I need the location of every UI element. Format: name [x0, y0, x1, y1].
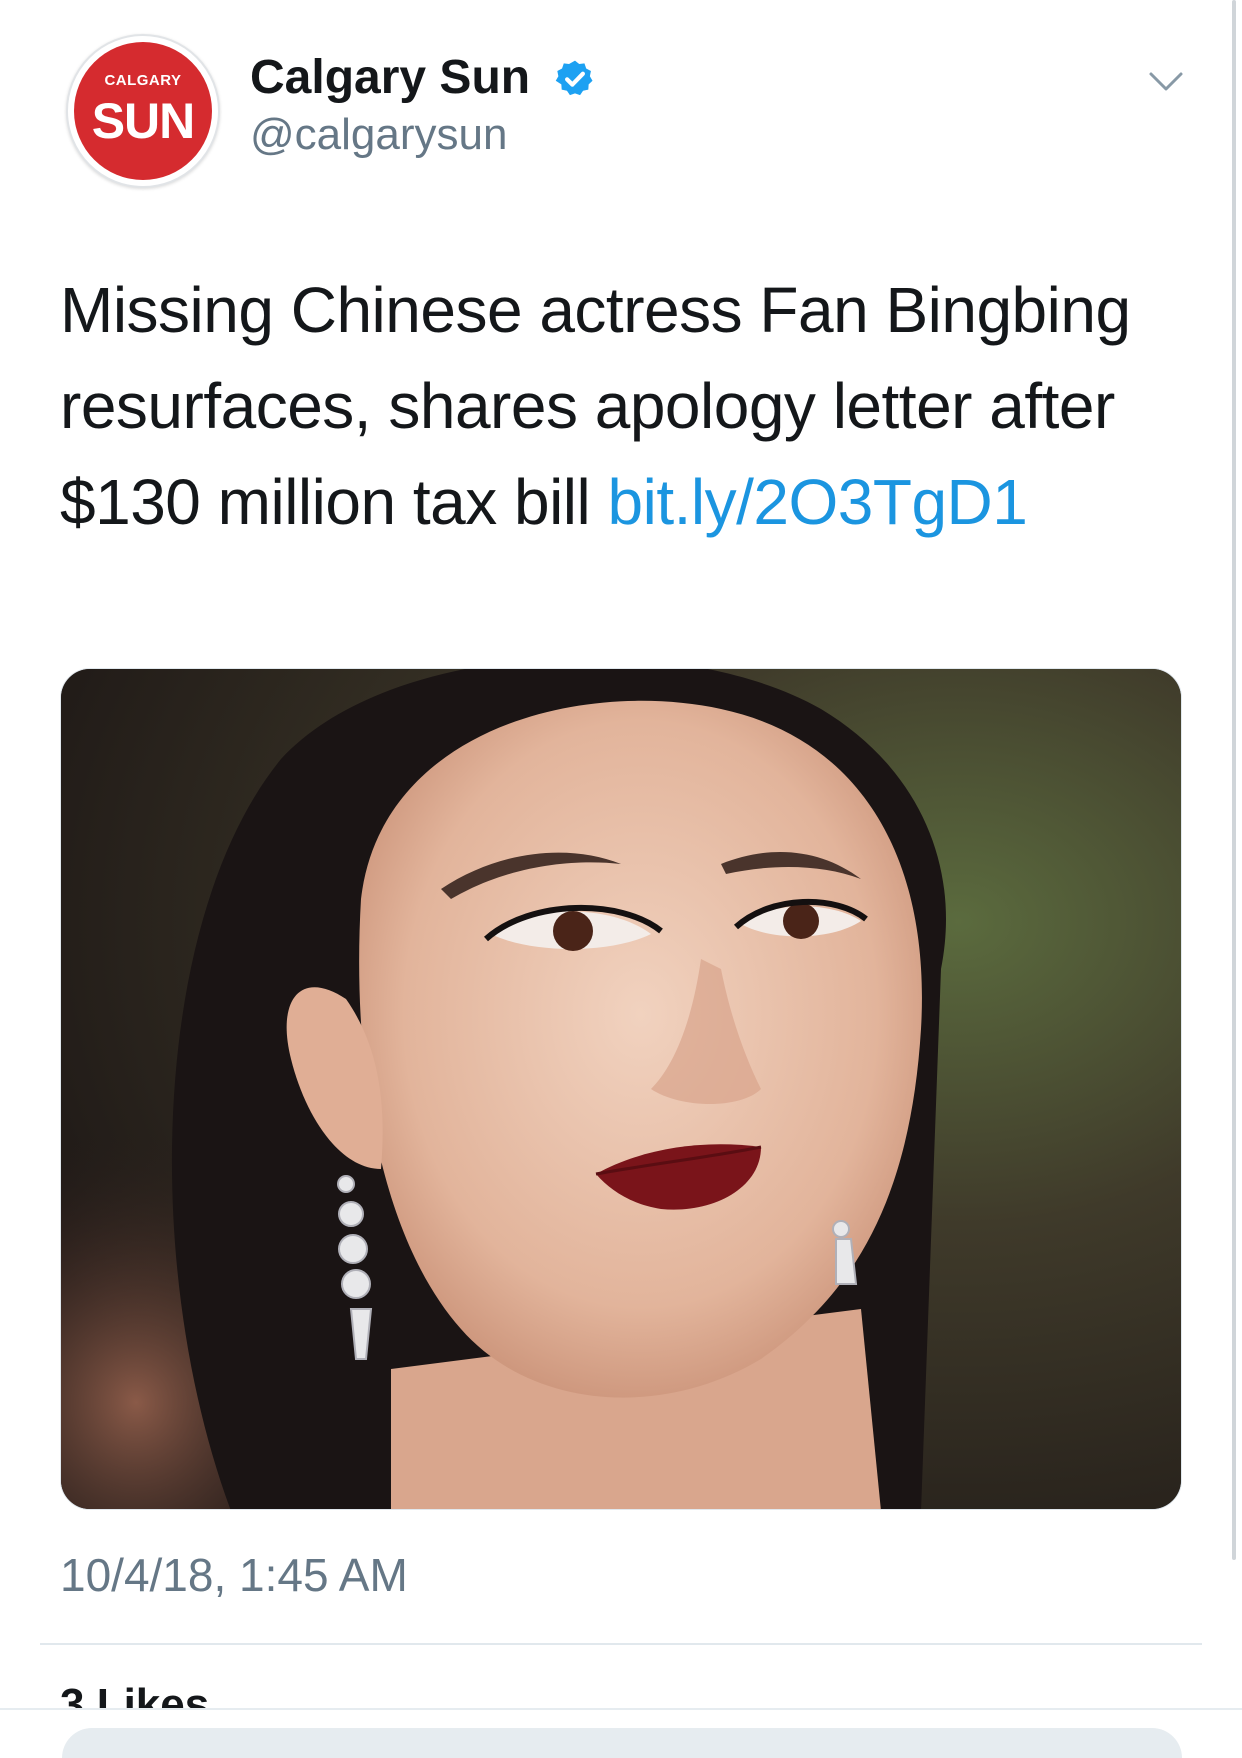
tweet-timestamp: 10/4/18, 1:45 AM	[60, 1549, 408, 1601]
tweet-photo[interactable]	[60, 668, 1182, 1510]
avatar-logo-disc: CALGARY SUN	[74, 42, 212, 180]
avatar-logo-main-text: SUN	[91, 93, 196, 149]
scrollbar[interactable]	[1232, 0, 1236, 1560]
account-name[interactable]: Calgary Sun	[250, 50, 530, 105]
verified-badge-icon	[555, 60, 593, 96]
chevron-down-icon[interactable]	[1148, 70, 1184, 94]
divider	[40, 1643, 1202, 1645]
photo-portrait-illustration	[61, 669, 1181, 1509]
account-handle[interactable]: @calgarysun	[250, 110, 507, 160]
reply-input[interactable]	[62, 1728, 1182, 1758]
likes-count[interactable]: 3 Likes	[60, 1680, 209, 1708]
account-avatar[interactable]: CALGARY SUN	[66, 34, 220, 188]
tweet-text: Missing Chinese actress Fan Bingbing res…	[60, 262, 1180, 550]
tweet-link[interactable]: bit.ly/2O3TgD1	[608, 466, 1028, 538]
avatar-logo-top-text: CALGARY	[104, 72, 182, 89]
tweet-detail-page: CALGARY SUN Calgary Sun @calgarysun Miss…	[0, 0, 1242, 1758]
